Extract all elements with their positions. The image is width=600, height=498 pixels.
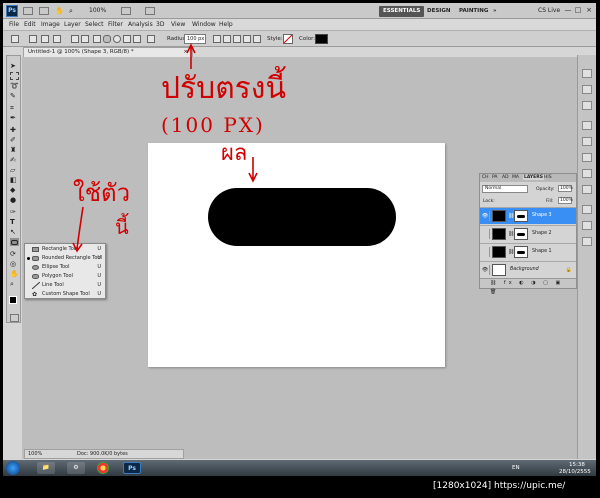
- start-button[interactable]: [6, 461, 20, 475]
- clock-date[interactable]: 28/10/2555: [559, 469, 591, 475]
- tools-taskbar-icon[interactable]: ⚙: [67, 462, 85, 474]
- language-indicator[interactable]: EN: [512, 465, 520, 471]
- image-caption: [1280x1024] https://upic.me/: [433, 481, 566, 491]
- photoshop-taskbar-icon[interactable]: Ps: [123, 462, 141, 474]
- clock-time[interactable]: 15:38: [569, 462, 585, 468]
- annotation-arrows: [72, 43, 258, 253]
- chrome-taskbar-icon[interactable]: [97, 462, 109, 474]
- arrow-to-shape: [248, 157, 258, 183]
- windows-taskbar: 📁 ⚙ Ps EN 15:38 28/10/2555: [3, 460, 596, 476]
- explorer-taskbar-icon[interactable]: 📁: [37, 462, 55, 474]
- arrow-to-tool: [72, 206, 84, 253]
- arrow-to-radius: [186, 43, 196, 69]
- screenshot-frame: Ps ✋ ⌕ 100% ESSENTIALS DESIGN PAINTING »…: [3, 3, 596, 476]
